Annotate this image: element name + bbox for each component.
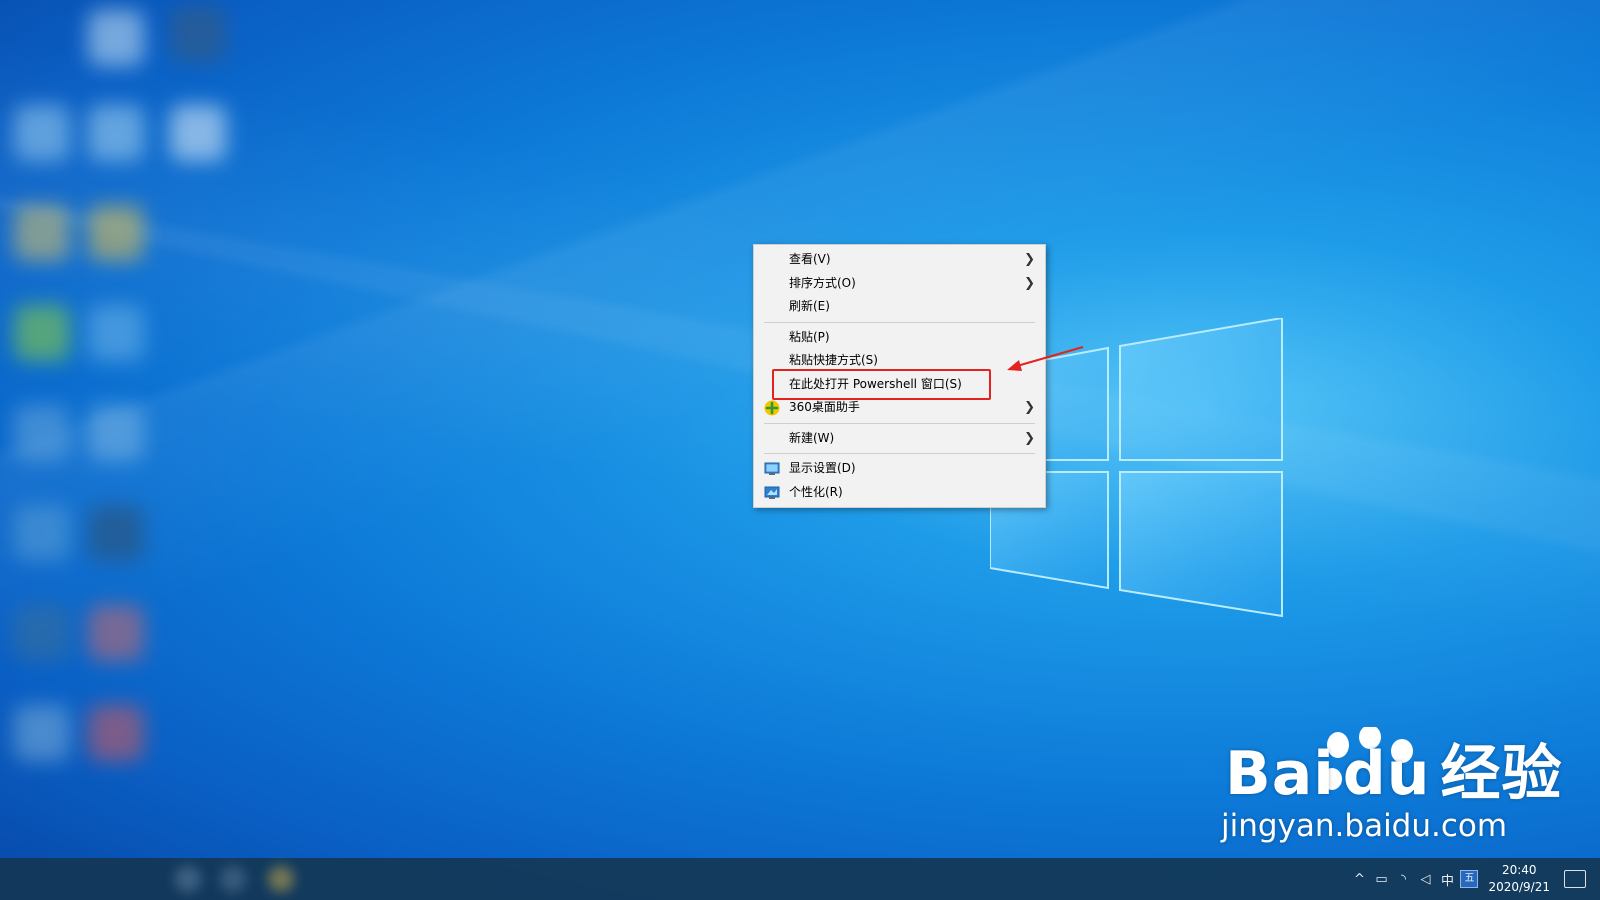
chevron-right-icon: ❯ [1024,275,1035,291]
desktop-icon[interactable] [88,105,144,161]
desktop-icon[interactable] [170,105,226,161]
taskbar: ^ ▭ ◝ ◁ 中 五 20:40 2020/9/21 [0,858,1600,900]
desktop-icon[interactable] [88,505,144,561]
desktop-icon[interactable] [88,705,144,761]
clock[interactable]: 20:40 2020/9/21 [1488,862,1550,896]
menu-item-label: 360桌面助手 [789,400,860,414]
menu-item-new[interactable]: 新建(W) ❯ [754,427,1045,451]
desktop-icon[interactable] [14,405,70,461]
menu-item-label: 新建(W) [789,430,835,445]
taskbar-app-icon[interactable] [268,866,294,892]
chevron-right-icon: ❯ [1024,252,1035,267]
menu-item-label: 排序方式(O) [789,275,856,290]
menu-item-sort-by[interactable]: 排序方式(O) ❯ [754,272,1045,296]
desktop-icon[interactable] [14,705,70,761]
clock-date: 2020/9/21 [1488,880,1550,894]
taskbar-app-icon[interactable] [175,866,201,892]
watermark-brand: Bai du 经验 [1225,739,1563,809]
desktop-icon[interactable] [88,205,144,261]
annotation-arrow-icon [1007,346,1084,371]
highlight-box [772,369,991,400]
chevron-right-icon: ❯ [1024,430,1035,446]
desktop-icon[interactable] [14,305,70,361]
desktop-icon[interactable] [14,205,70,261]
menu-item-label: 个性化(R) [789,484,843,499]
desktop-icon[interactable] [14,605,70,661]
chevron-up-icon[interactable]: ^ [1348,872,1370,887]
desktop-icon[interactable] [88,10,144,66]
menu-item-personalize[interactable]: 个性化(R) [754,481,1045,505]
ime-language-indicator[interactable]: 中 [1436,870,1458,889]
menu-separator [764,321,1035,323]
360-icon [764,400,780,416]
volume-icon[interactable]: ◁ [1414,872,1436,887]
desktop-icon[interactable] [88,605,144,661]
menu-item-view[interactable]: 查看(V) ❯ [754,248,1045,272]
notification-center-icon[interactable] [1564,870,1586,888]
menu-item-label: 粘贴(P) [789,329,830,344]
battery-icon[interactable]: ▭ [1370,872,1392,887]
menu-separator [764,422,1035,424]
menu-item-label: 刷新(E) [789,299,830,313]
chevron-right-icon: ❯ [1024,400,1035,415]
watermark-url: jingyan.baidu.com [1221,808,1508,844]
menu-separator [764,453,1035,454]
wifi-icon[interactable]: ◝ [1392,872,1414,887]
taskbar-app-icon[interactable] [220,866,246,892]
ime-mode-indicator[interactable]: 五 [1458,870,1480,888]
personalize-icon [764,486,780,499]
system-tray: ^ ▭ ◝ ◁ 中 五 20:40 2020/9/21 [1348,858,1600,900]
menu-item-label: 查看(V) [789,252,831,266]
desktop-icon[interactable] [88,305,144,361]
menu-item-refresh[interactable]: 刷新(E) [754,295,1045,319]
desktop-icon[interactable] [14,105,70,161]
menu-item-paste[interactable]: 粘贴(P) [754,326,1045,350]
menu-item-label: 显示设置(D) [789,461,856,475]
menu-item-label: 粘贴快捷方式(S) [789,353,878,367]
display-icon [764,462,780,475]
menu-item-display-settings[interactable]: 显示设置(D) [754,457,1045,481]
desktop-icon-area [0,0,240,860]
desktop-icon[interactable] [14,505,70,561]
baidu-watermark: Bai du 经验 jingyan.baidu.com [1221,725,1563,844]
desktop-icon[interactable] [88,405,144,461]
desktop-icon[interactable] [170,6,226,62]
clock-time: 20:40 [1501,863,1537,877]
